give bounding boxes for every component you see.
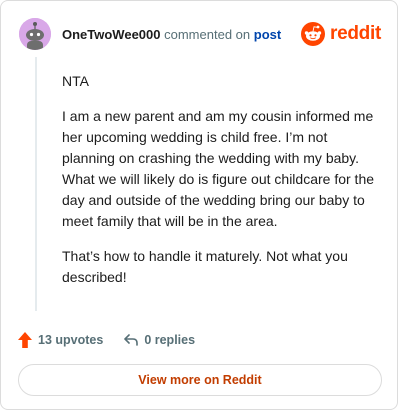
reply-arrow-icon xyxy=(124,334,139,346)
comment-paragraph: NTA xyxy=(62,73,89,89)
replies-button[interactable]: 0 replies xyxy=(123,332,195,348)
reddit-logo-icon xyxy=(301,22,326,46)
comment-paragraph: I am a new parent and am my cousin infor… xyxy=(62,108,375,229)
snoo-avatar-icon[interactable] xyxy=(19,18,51,50)
upvote-arrow-icon xyxy=(18,332,32,348)
comment-paragraph: That’s how to handle it maturely. Not wh… xyxy=(62,248,348,285)
comment-actions: 13 upvotes 0 replies xyxy=(17,330,195,350)
reply-count: 0 replies xyxy=(144,333,196,347)
byline-action-text: commented on xyxy=(164,27,251,42)
reddit-brand[interactable]: reddit xyxy=(301,20,381,48)
post-link[interactable]: post xyxy=(254,27,281,42)
comment-header: OneTwoWee000 commented on post reddit xyxy=(17,17,381,51)
reddit-wordmark: reddit xyxy=(330,23,381,44)
comment-byline: OneTwoWee000 commented on post xyxy=(62,27,281,42)
upvote-count: 13 upvotes xyxy=(38,333,104,347)
view-more-button[interactable]: View more on Reddit xyxy=(18,364,382,396)
upvote-button[interactable]: 13 upvotes xyxy=(17,331,103,349)
comment-body: NTA I am a new parent and am my cousin i… xyxy=(62,71,380,302)
thread-line xyxy=(35,57,37,311)
username-link[interactable]: OneTwoWee000 xyxy=(62,27,161,42)
embedded-comment-card: OneTwoWee000 commented on post reddit NT… xyxy=(0,0,398,410)
